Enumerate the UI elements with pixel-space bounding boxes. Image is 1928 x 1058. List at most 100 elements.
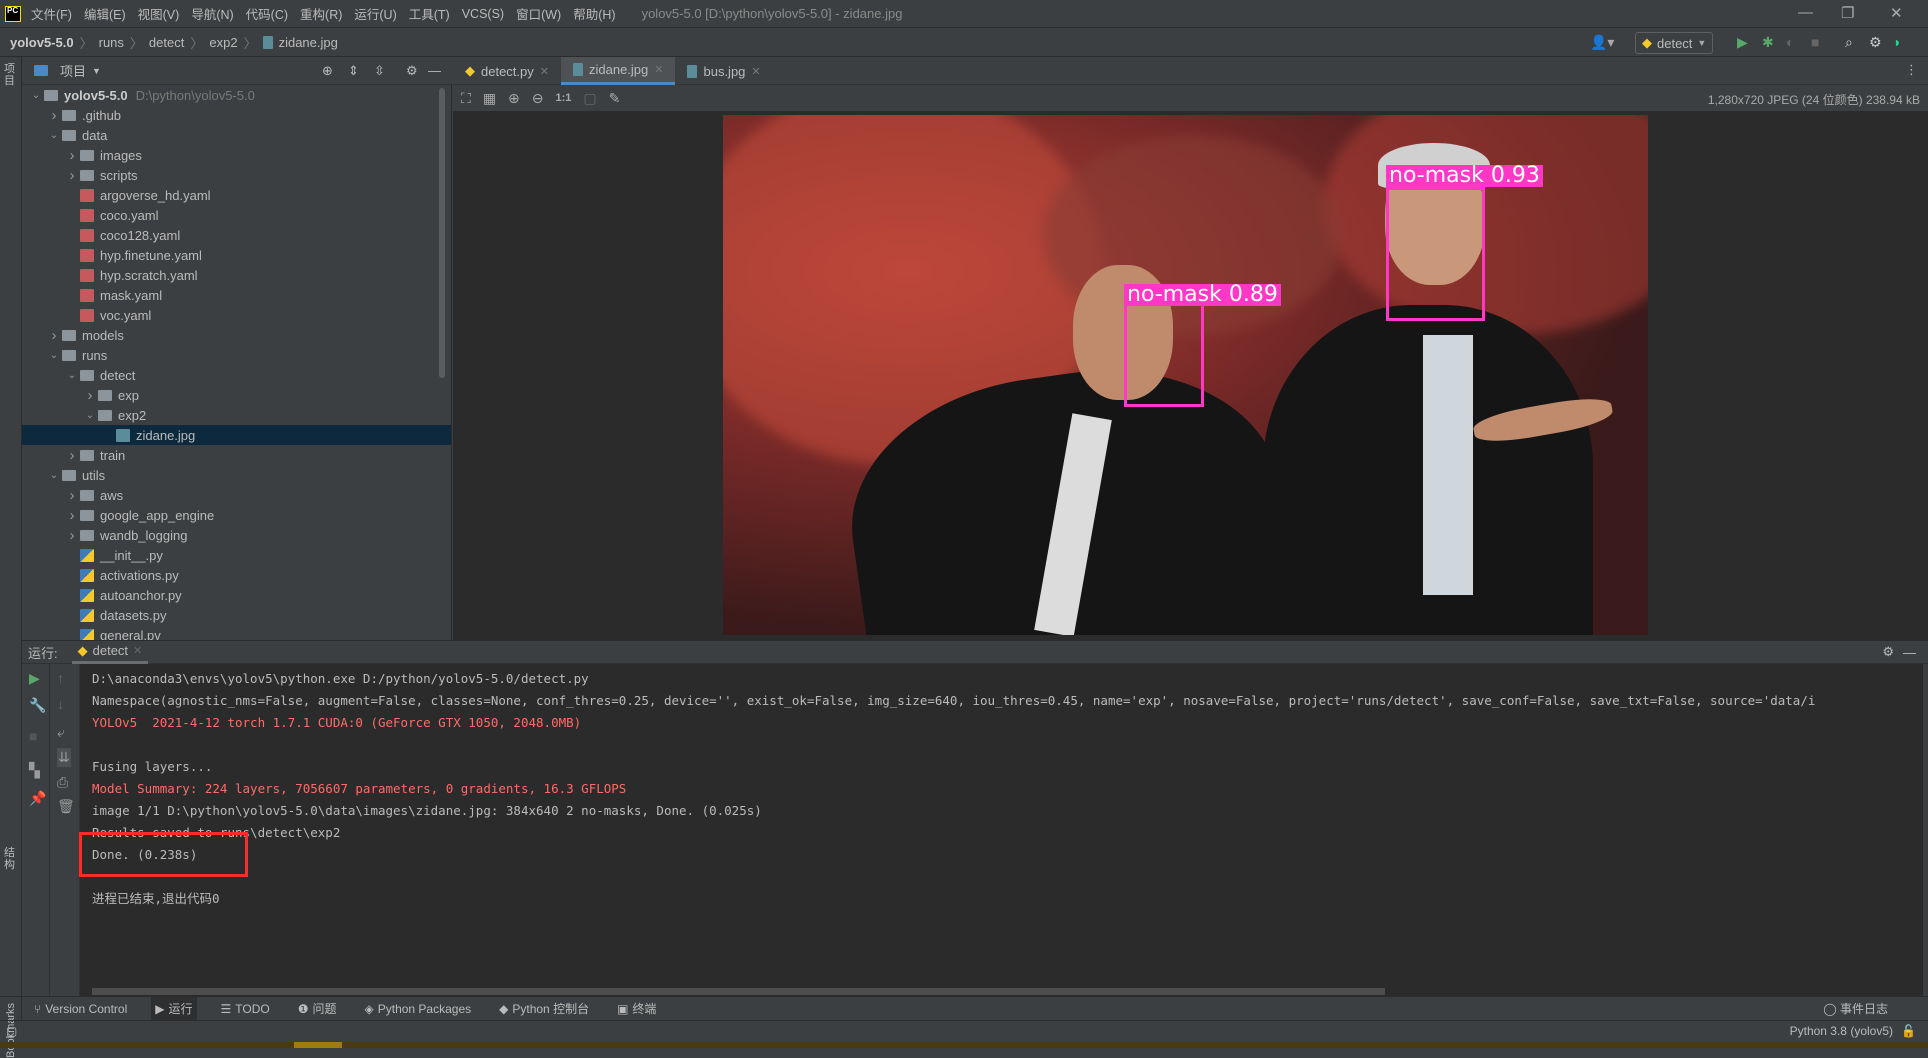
wrench-icon[interactable]: 🔧 [29, 697, 46, 714]
close-tab-icon[interactable]: ✕ [540, 65, 549, 78]
chevron-right-icon[interactable]: › [64, 447, 80, 464]
down-arrow-icon[interactable]: ↓ [57, 696, 64, 712]
tree-scrollbar[interactable] [439, 88, 445, 378]
menu-window[interactable]: 窗口(W) [516, 4, 561, 23]
stop-icon[interactable]: ■ [1811, 34, 1819, 50]
scroll-to-end-icon[interactable]: ⇊ [57, 748, 71, 767]
chevron-right-icon[interactable]: › [82, 387, 98, 404]
console-horizontal-scrollbar[interactable] [92, 988, 1385, 995]
actual-size-button[interactable]: 1:1 [556, 92, 572, 104]
locate-icon[interactable]: ⊕ [322, 63, 333, 79]
breadcrumb-item[interactable]: runs [99, 35, 124, 50]
tree-item[interactable]: hyp.scratch.yaml [22, 265, 451, 285]
layout-icon[interactable]: ▚ [29, 762, 40, 779]
tree-item[interactable]: ⌄ exp2 [22, 405, 451, 425]
tool-terminal[interactable]: ▣ 终端 [613, 997, 660, 1021]
tree-item[interactable]: ⌄ runs [22, 345, 451, 365]
tree-item[interactable]: zidane.jpg [22, 425, 451, 445]
restore-icon[interactable]: ❐ [1841, 4, 1854, 22]
breadcrumb-item[interactable]: zidane.jpg [279, 35, 338, 50]
menu-help[interactable]: 帮助(H) [573, 4, 615, 23]
collapse-all-icon[interactable]: ⇳ [374, 63, 385, 79]
zoom-out-icon[interactable]: ⊖ [532, 90, 544, 107]
tree-item[interactable]: coco.yaml [22, 205, 451, 225]
close-tab-icon[interactable]: ✕ [654, 63, 663, 76]
stop-icon[interactable]: ■ [29, 728, 37, 744]
tree-item[interactable]: hyp.finetune.yaml [22, 245, 451, 265]
plugin-icon[interactable]: ◗ [1893, 34, 1901, 50]
chevron-right-icon[interactable]: › [64, 527, 80, 544]
console-output[interactable]: D:\anaconda3\envs\yolov5\python.exe D:/p… [80, 664, 1923, 996]
tree-item[interactable]: mask.yaml [22, 285, 451, 305]
tree-item[interactable]: general.py [22, 625, 451, 640]
tab-zidane-jpg[interactable]: zidane.jpg ✕ [560, 57, 676, 85]
tool-problems[interactable]: ❶ 问题 [294, 997, 341, 1021]
trash-icon[interactable]: 🗑 [57, 798, 75, 815]
tree-item[interactable]: autoanchor.py [22, 585, 451, 605]
tool-run[interactable]: ▶ 运行 [151, 996, 197, 1021]
background-icon[interactable]: ▢ [583, 90, 596, 107]
tree-item[interactable]: ⌄ yolov5-5.0 D:\python\yolov5-5.0 [22, 85, 451, 105]
debug-icon[interactable]: ✱ [1762, 34, 1774, 51]
expand-all-icon[interactable]: ⇕ [348, 63, 359, 79]
menu-file[interactable]: 文件(F) [31, 4, 72, 23]
structure-tool-button[interactable]: 结构 [4, 847, 18, 871]
project-panel-title[interactable]: 项目 [60, 61, 86, 80]
run-icon[interactable]: ▶ [1737, 34, 1748, 51]
soft-wrap-icon[interactable]: ⤶ [57, 724, 65, 741]
menu-edit[interactable]: 编辑(E) [84, 4, 126, 23]
chevron-right-icon[interactable]: › [46, 107, 62, 124]
fit-zoom-icon[interactable]: ⛶ [461, 90, 471, 107]
run-config-select[interactable]: ◆ detect ▼ [1635, 32, 1713, 54]
chevron-down-icon[interactable]: ⌄ [46, 350, 62, 361]
layout-toggle-icon[interactable]: ▢ [6, 1024, 17, 1038]
tool-todo[interactable]: ☰ TODO [217, 997, 274, 1021]
rerun-icon[interactable]: ▶ [29, 670, 40, 687]
tree-item[interactable]: › models [22, 325, 451, 345]
menu-code[interactable]: 代码(C) [246, 4, 288, 23]
chevron-down-icon[interactable]: ⌄ [64, 370, 80, 381]
chevron-down-icon[interactable]: ⌄ [46, 470, 62, 481]
chevron-right-icon[interactable]: › [64, 167, 80, 184]
tree-item[interactable]: › wandb_logging [22, 525, 451, 545]
project-tool-button[interactable]: 项目 [4, 63, 18, 87]
chevron-down-icon[interactable]: ⌄ [46, 130, 62, 141]
chevron-down-icon[interactable]: ▼ [92, 66, 101, 76]
chevron-right-icon[interactable]: › [46, 327, 62, 344]
tree-item[interactable]: coco128.yaml [22, 225, 451, 245]
menu-refactor[interactable]: 重构(R) [300, 4, 342, 23]
tree-item[interactable]: datasets.py [22, 605, 451, 625]
gear-icon[interactable]: ⚙ [1869, 34, 1882, 51]
chevron-right-icon[interactable]: › [64, 147, 80, 164]
lock-icon[interactable]: 🔓 [1901, 1024, 1916, 1038]
print-icon[interactable]: ⎙ [57, 774, 68, 791]
tool-python-console[interactable]: ◆ Python 控制台 [495, 997, 593, 1021]
zoom-in-icon[interactable]: ⊕ [508, 90, 520, 107]
chevron-right-icon[interactable]: › [64, 507, 80, 524]
tool-python-packages[interactable]: ◈ Python Packages [361, 997, 476, 1021]
tree-item[interactable]: ⌄ data [22, 125, 451, 145]
tree-item[interactable]: › exp [22, 385, 451, 405]
tree-item[interactable]: voc.yaml [22, 305, 451, 325]
gear-icon[interactable]: ⚙ [1882, 644, 1894, 660]
more-icon[interactable]: ⋮ [1905, 62, 1918, 78]
pin-icon[interactable]: 📌 [29, 790, 46, 807]
up-arrow-icon[interactable]: ↑ [57, 670, 64, 686]
breadcrumb-item[interactable]: exp2 [209, 35, 237, 50]
taskbar-active-app[interactable] [294, 1042, 342, 1048]
chevron-down-icon[interactable]: ⌄ [82, 410, 98, 421]
close-tab-icon[interactable]: ✕ [751, 65, 760, 78]
hide-icon[interactable]: — [428, 63, 441, 78]
minimize-icon[interactable]: — [1798, 4, 1813, 21]
tree-item[interactable]: activations.py [22, 565, 451, 585]
search-icon[interactable]: ⌕ [1845, 34, 1853, 51]
breadcrumb-item[interactable]: yolov5-5.0 [10, 35, 74, 50]
coverage-icon[interactable]: ◐ [1786, 34, 1794, 50]
run-tab-detect[interactable]: ◆ detect ✕ [71, 640, 149, 664]
tree-item[interactable]: › .github [22, 105, 451, 125]
interpreter-selector[interactable]: Python 3.8 (yolov5) [1790, 1024, 1893, 1038]
chevron-down-icon[interactable]: ⌄ [28, 90, 44, 101]
user-icon[interactable]: 👤▾ [1590, 34, 1614, 51]
tab-bus-jpg[interactable]: bus.jpg ✕ [675, 57, 772, 85]
close-window-icon[interactable]: ✕ [1890, 4, 1903, 22]
